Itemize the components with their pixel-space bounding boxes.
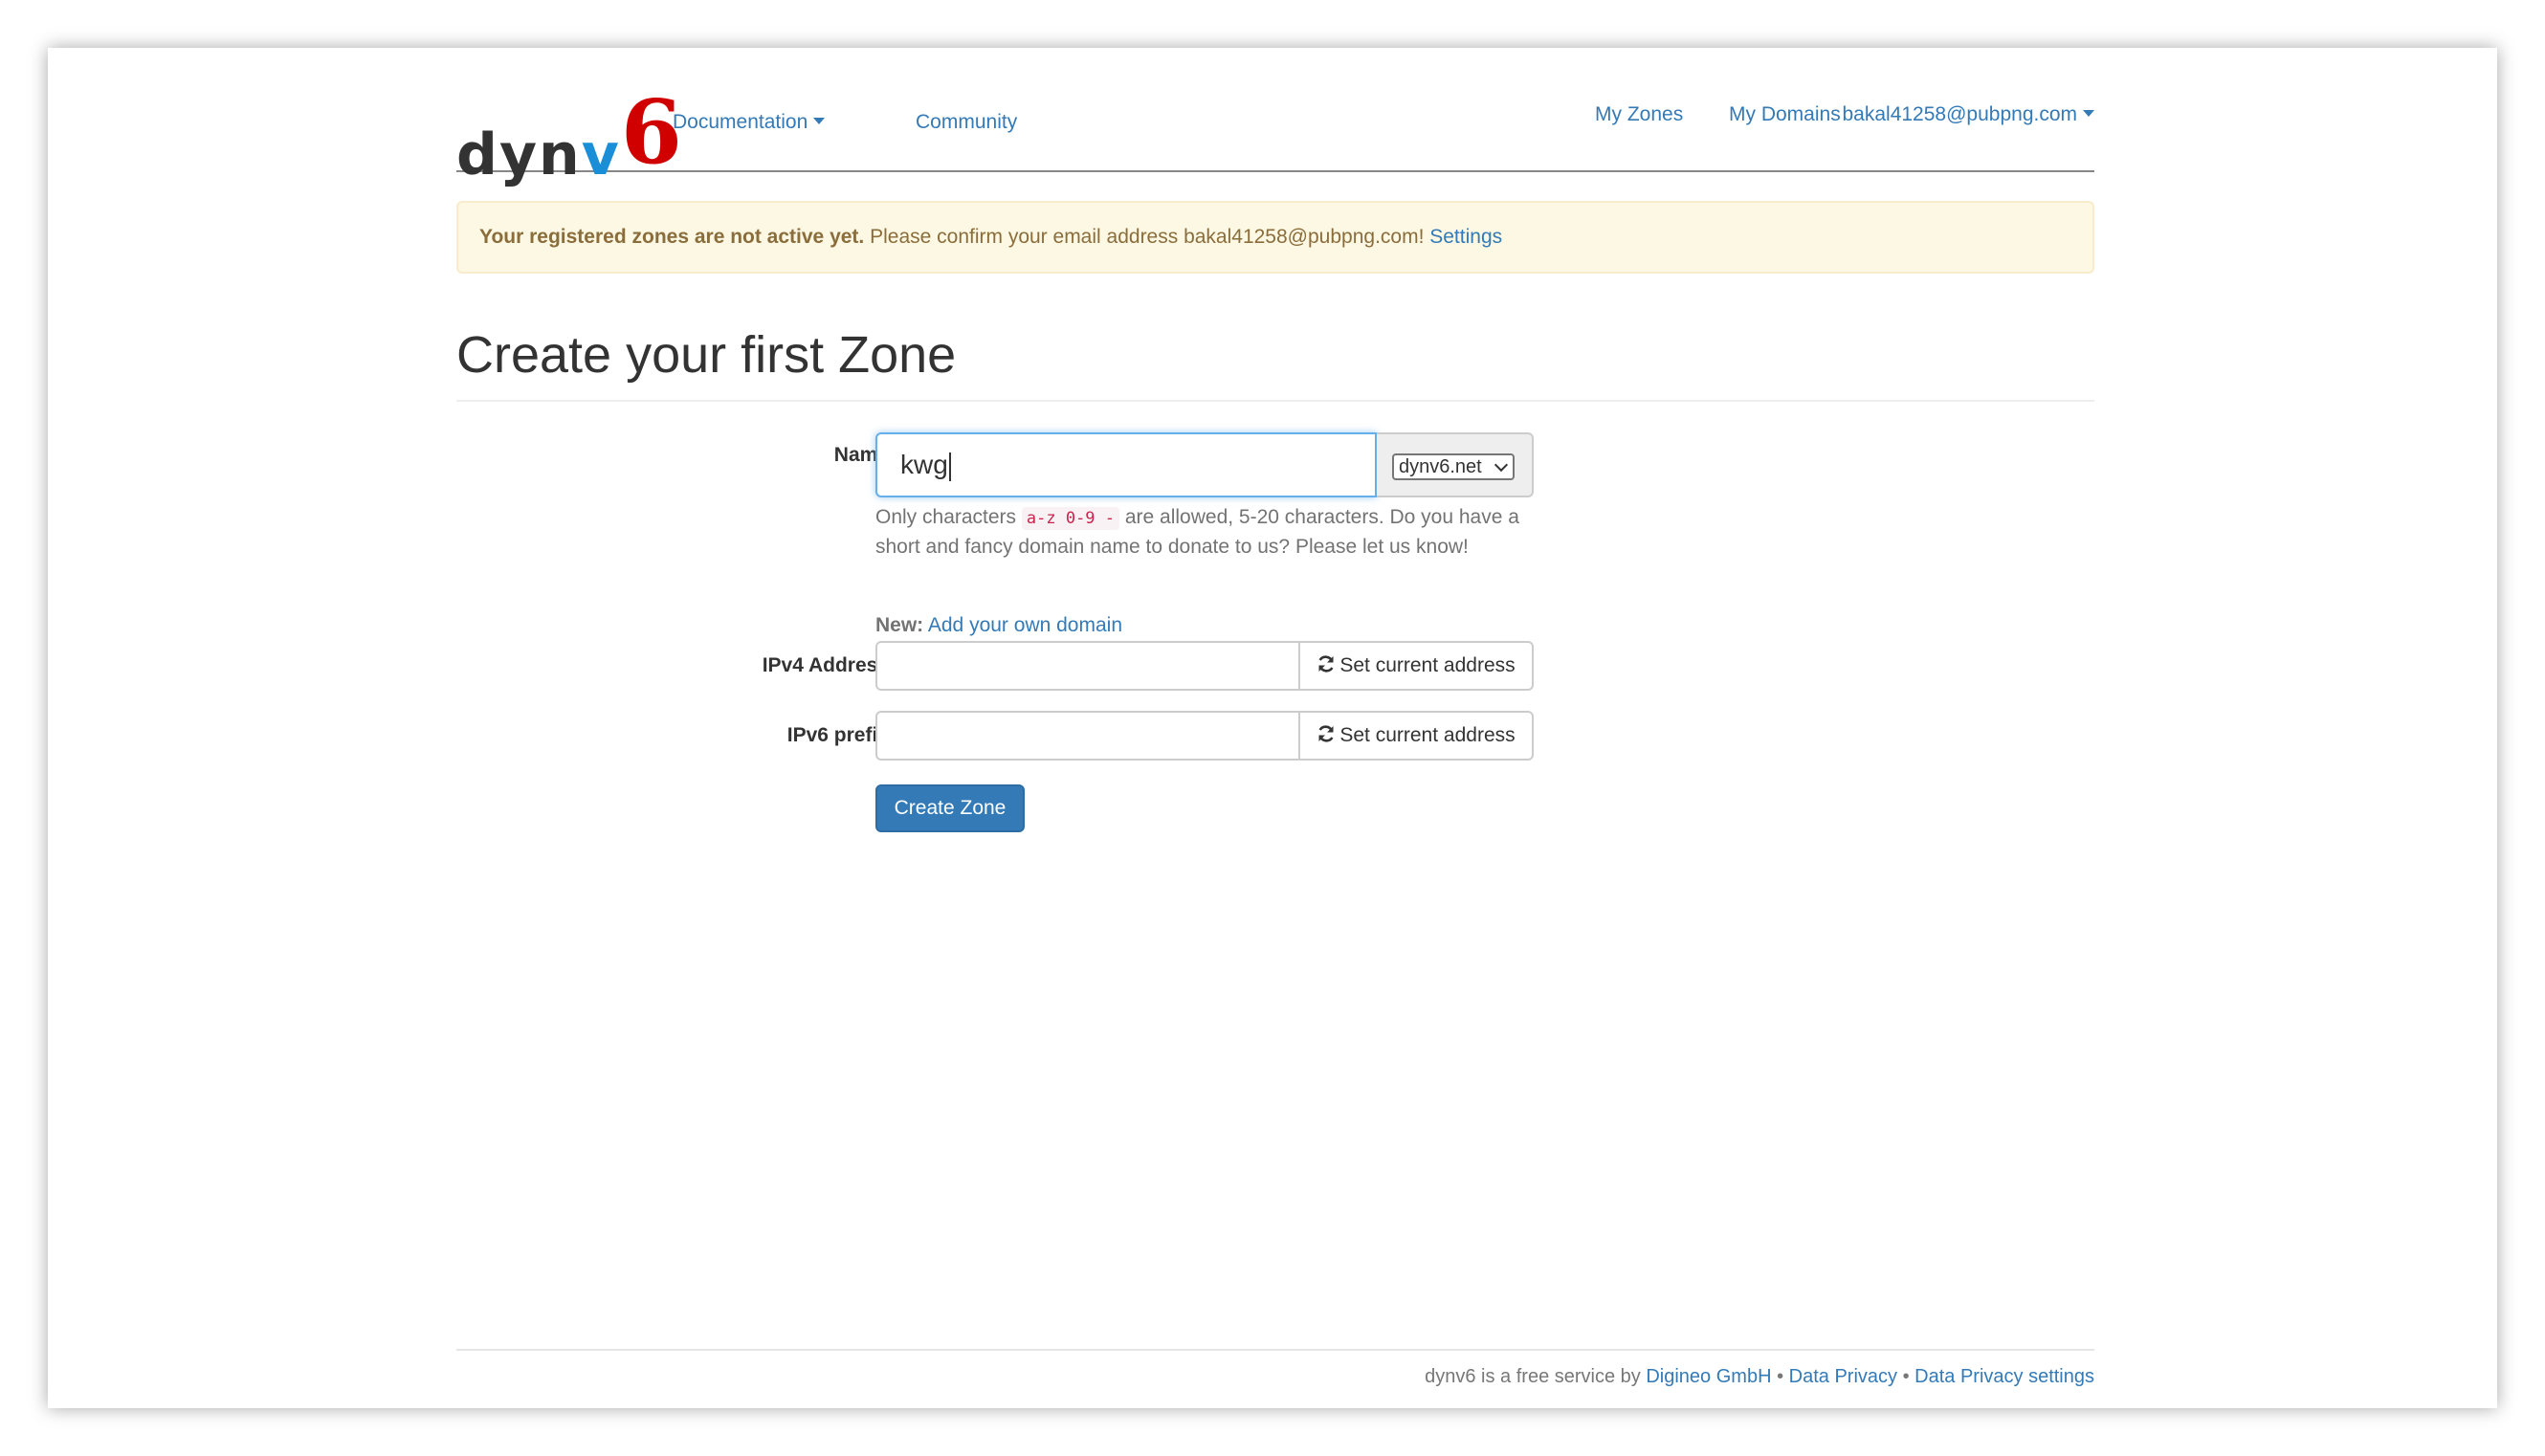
domain-select-value: dynv6.net	[1399, 456, 1482, 477]
create-zone-button[interactable]: Create Zone	[875, 784, 1025, 832]
nav-account-menu[interactable]: bakal41258@pubpng.com	[1842, 103, 2094, 126]
ipv6-label: IPv6 prefix	[786, 724, 889, 746]
domain-addon: dynv6.net	[1377, 432, 1534, 497]
new-label: New:	[875, 614, 924, 636]
browser-page: dynv6 Documentation Community My Zones M…	[48, 48, 2497, 1408]
account-email: bakal41258@pubpng.com	[1842, 103, 2078, 125]
footer-data-privacy-settings-link[interactable]: Data Privacy settings	[1914, 1366, 2094, 1387]
nav-community[interactable]: Community	[916, 111, 1017, 134]
logo-text-dyn: dyn	[456, 121, 582, 188]
zone-name-value: kwg	[900, 450, 948, 479]
zone-name-input[interactable]: kwg	[875, 432, 1377, 497]
title-divider	[456, 400, 2094, 402]
alert-settings-link[interactable]: Settings	[1429, 226, 1502, 248]
refresh-icon	[1318, 725, 1334, 743]
footer-data-privacy-link[interactable]: Data Privacy	[1789, 1366, 1897, 1387]
add-own-domain-link[interactable]: Add your own domain	[928, 614, 1122, 636]
email-confirmation-alert: Your registered zones are not active yet…	[456, 201, 2094, 274]
footer-divider	[456, 1349, 2094, 1351]
dynv6-logo[interactable]: dynv6	[456, 80, 682, 188]
chevron-down-icon	[1494, 457, 1509, 473]
ipv4-label: IPv4 Address	[762, 654, 889, 676]
page-title: Create your first Zone	[456, 326, 957, 384]
caret-down-icon	[813, 117, 826, 124]
alert-message: Please confirm your email address bakal4…	[864, 226, 1430, 248]
alert-strong-text: Your registered zones are not active yet…	[479, 226, 865, 248]
set-current-ipv6-label: Set current address	[1339, 724, 1516, 746]
site-footer: dynv6 is a free service by Digineo GmbH …	[1425, 1366, 2094, 1388]
set-current-ipv4-button[interactable]: Set current address	[1298, 641, 1534, 691]
nav-documentation[interactable]: Documentation	[673, 111, 826, 134]
help-allowed-chars: a-z 0-9 -	[1021, 507, 1120, 530]
nav-documentation-label: Documentation	[673, 111, 808, 133]
domain-select[interactable]: dynv6.net	[1392, 453, 1515, 480]
nav-my-domains[interactable]: My Domains	[1729, 103, 1841, 126]
footer-digineo-link[interactable]: Digineo GmbH	[1646, 1366, 1771, 1387]
footer-separator: •	[1897, 1366, 1915, 1387]
footer-text: dynv6 is a free service by	[1425, 1366, 1647, 1387]
footer-separator: •	[1771, 1366, 1789, 1387]
text-cursor	[948, 452, 951, 481]
ipv6-prefix-input[interactable]	[875, 711, 1300, 761]
name-help-text: Only characters a-z 0-9 - are allowed, 5…	[875, 503, 1545, 562]
nav-my-zones[interactable]: My Zones	[1595, 103, 1683, 126]
refresh-icon	[1318, 655, 1334, 673]
site-header: dynv6 Documentation Community My Zones M…	[456, 48, 2094, 188]
set-current-ipv4-label: Set current address	[1339, 654, 1516, 676]
help-prefix: Only characters	[875, 506, 1022, 528]
ipv4-address-input[interactable]	[875, 641, 1300, 691]
set-current-ipv6-button[interactable]: Set current address	[1298, 711, 1534, 761]
add-domain-hint: New: Add your own domain	[875, 614, 1122, 637]
main-container: dynv6 Documentation Community My Zones M…	[456, 48, 2094, 1408]
logo-text-v: v	[581, 121, 619, 188]
caret-down-icon	[2083, 109, 2094, 117]
